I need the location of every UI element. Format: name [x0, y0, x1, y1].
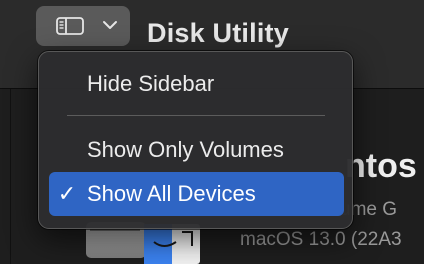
checkmark-icon: ✓ — [57, 181, 77, 206]
menu-item-show-all-devices[interactable]: ✓ Show All Devices — [49, 172, 344, 216]
menu-item-label: Show All Devices — [87, 181, 256, 206]
view-options-menu: Hide Sidebar Show Only Volumes ✓ Show Al… — [38, 51, 353, 229]
sidebar-icon — [56, 17, 84, 35]
menu-item-hide-sidebar[interactable]: Hide Sidebar — [49, 62, 344, 106]
menu-item-show-only-volumes[interactable]: Show Only Volumes — [49, 128, 344, 172]
menu-item-label: Hide Sidebar — [87, 71, 215, 96]
app-title: Disk Utility — [147, 18, 289, 48]
disk-utility-window: Disk Utility ntos ume G macOS 13.0 (22A3… — [0, 0, 424, 264]
sidebar-divider — [10, 89, 11, 264]
menu-item-label: Show Only Volumes — [87, 137, 284, 162]
volume-name: ntos — [345, 147, 417, 185]
volume-os-version: macOS 13.0 (22A3 — [240, 229, 402, 250]
chevron-down-icon — [103, 21, 117, 29]
menu-separator — [67, 115, 325, 116]
sidebar-toggle-button[interactable] — [36, 6, 130, 46]
